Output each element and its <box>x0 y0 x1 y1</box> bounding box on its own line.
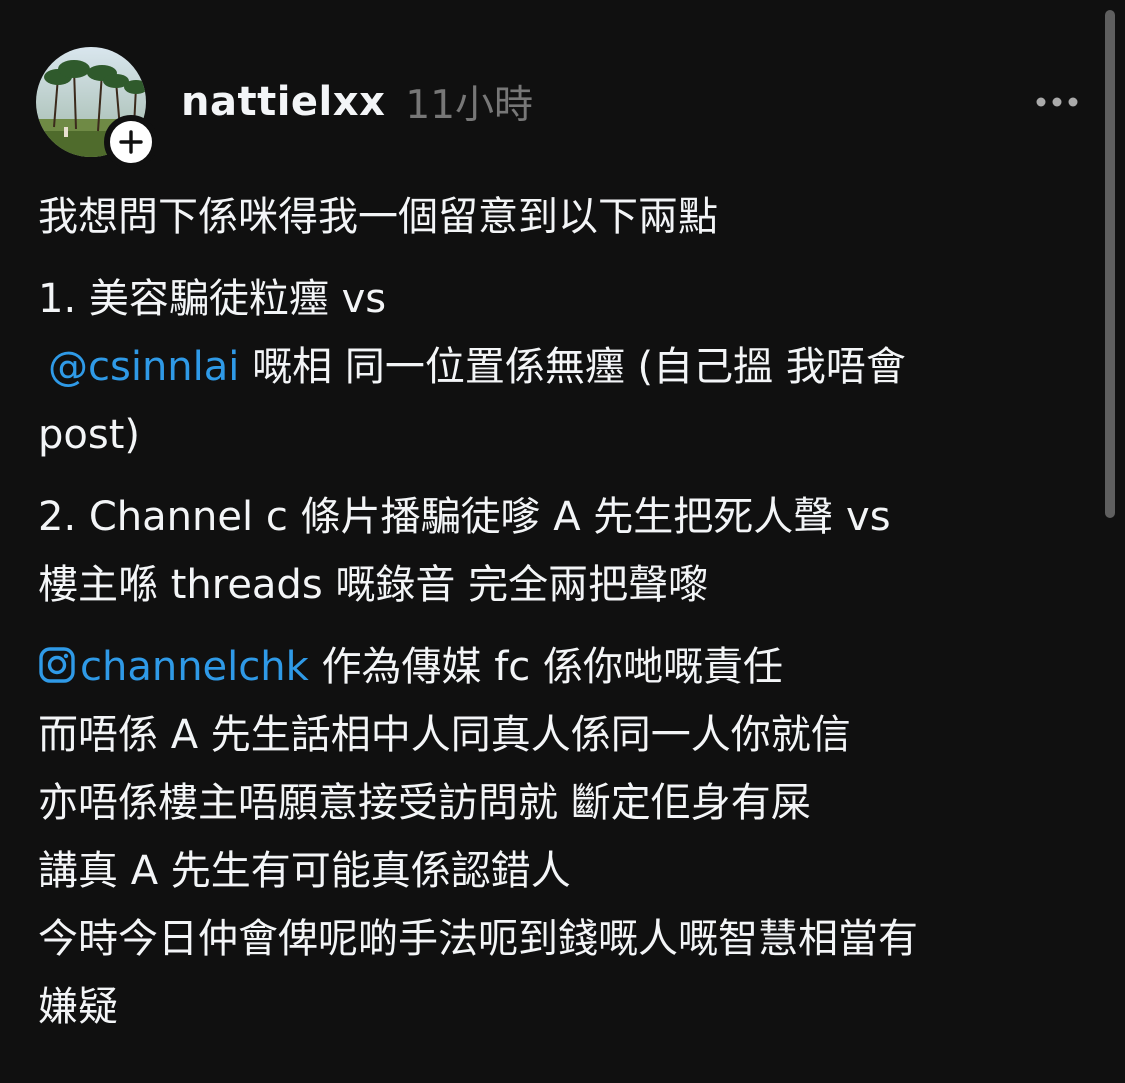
text-line: 嫌疑 <box>38 984 118 1030</box>
plus-icon <box>119 130 143 154</box>
avatar-container[interactable] <box>36 47 158 169</box>
paragraph-conclusion: channelchk 作為傳媒 fc 係你哋嘅責任 而唔係 A 先生話相中人同真… <box>38 638 1098 1046</box>
paragraph-point-1: 1. 美容騙徒粒癦 vs @csinnlai 嘅相 同一位置係無癦 (自己搵 我… <box>38 270 1098 474</box>
more-options-button[interactable] <box>1030 84 1084 120</box>
text-line: 講真 A 先生有可能真係認錯人 <box>38 848 571 894</box>
text-line: 1. 美容騙徒粒癦 vs <box>38 276 387 322</box>
text-line-with-mention: @csinnlai 嘅相 同一位置係無癦 (自己搵 我唔會 <box>38 338 1098 406</box>
instagram-mention-link[interactable]: channelchk <box>38 644 309 690</box>
paragraph-point-2: 2. Channel c 條片播騙徒嗲 A 先生把死人聲 vs 樓主喺 thre… <box>38 488 1098 624</box>
post-header: nattielxx 11小時 <box>181 72 533 132</box>
text-line: 2. Channel c 條片播騙徒嗲 A 先生把死人聲 vs <box>38 494 891 540</box>
text-line-with-mention: channelchk 作為傳媒 fc 係你哋嘅責任 <box>38 638 1098 706</box>
follow-button[interactable] <box>104 115 158 169</box>
more-icon <box>1036 97 1078 107</box>
text-line: 而唔係 A 先生話相中人同真人係同一人你就信 <box>38 712 851 758</box>
text-line: post) <box>38 412 140 458</box>
text-line: 今時今日仲會俾呢啲手法呃到錢嘅人嘅智慧相當有 <box>38 916 918 962</box>
text-line: 樓主喺 threads 嘅錄音 完全兩把聲嚟 <box>38 562 709 608</box>
thread-post: nattielxx 11小時 我想問下係咪得我一個留意到以下兩點 1. 美容騙徒… <box>0 0 1125 1083</box>
post-timestamp: 11小時 <box>405 83 534 128</box>
mention-link[interactable]: @csinnlai <box>48 344 239 390</box>
post-body: 我想問下係咪得我一個留意到以下兩點 1. 美容騙徒粒癦 vs @csinnlai… <box>38 188 1098 1060</box>
instagram-icon <box>39 647 75 683</box>
scrollbar[interactable] <box>1105 10 1115 518</box>
text-line: 我想問下係咪得我一個留意到以下兩點 <box>38 194 718 240</box>
text-line: 亦唔係樓主唔願意接受訪問就 斷定佢身有屎 <box>38 780 811 826</box>
paragraph-intro: 我想問下係咪得我一個留意到以下兩點 <box>38 188 1098 256</box>
mention-text[interactable]: channelchk <box>80 644 309 690</box>
username-link[interactable]: nattielxx <box>181 79 385 125</box>
text-span: 嘅相 同一位置係無癦 (自己搵 我唔會 <box>239 344 906 390</box>
text-span: 作為傳媒 fc 係你哋嘅責任 <box>308 644 784 690</box>
